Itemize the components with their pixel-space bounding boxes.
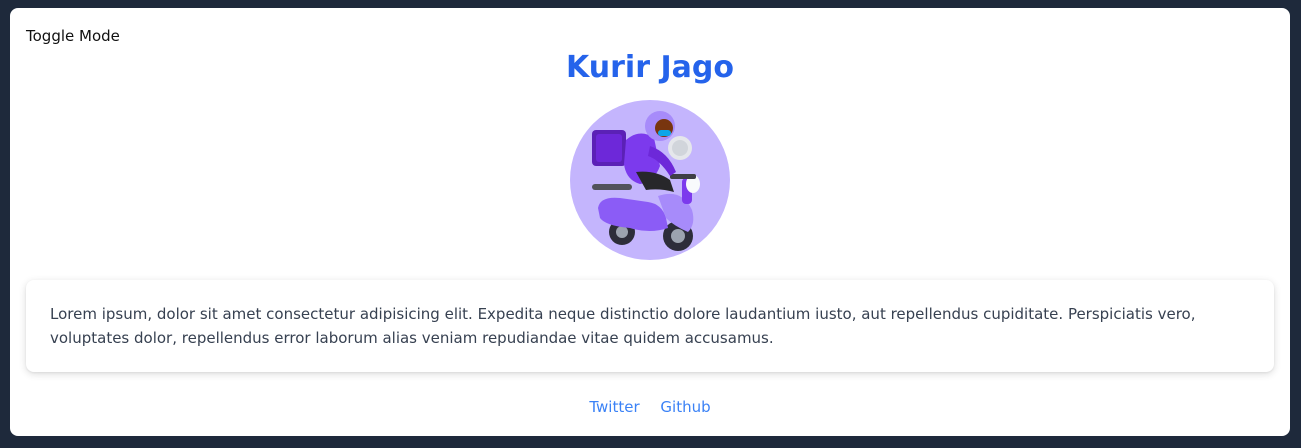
twitter-link[interactable]: Twitter: [589, 398, 639, 416]
toggle-mode-button[interactable]: Toggle Mode: [26, 27, 120, 45]
page-title: Kurir Jago: [566, 50, 734, 85]
avatar: [570, 100, 730, 260]
description-text: Lorem ipsum, dolor sit amet consectetur …: [50, 305, 1196, 347]
scooter-courier-illustration: [592, 111, 700, 251]
footer-links: Twitter Github: [10, 398, 1290, 416]
main-card: Toggle Mode Kurir Jago Lorem ipsum, dolo…: [10, 8, 1290, 436]
github-link[interactable]: Github: [660, 398, 710, 416]
description-card: Lorem ipsum, dolor sit amet consectetur …: [26, 280, 1274, 372]
